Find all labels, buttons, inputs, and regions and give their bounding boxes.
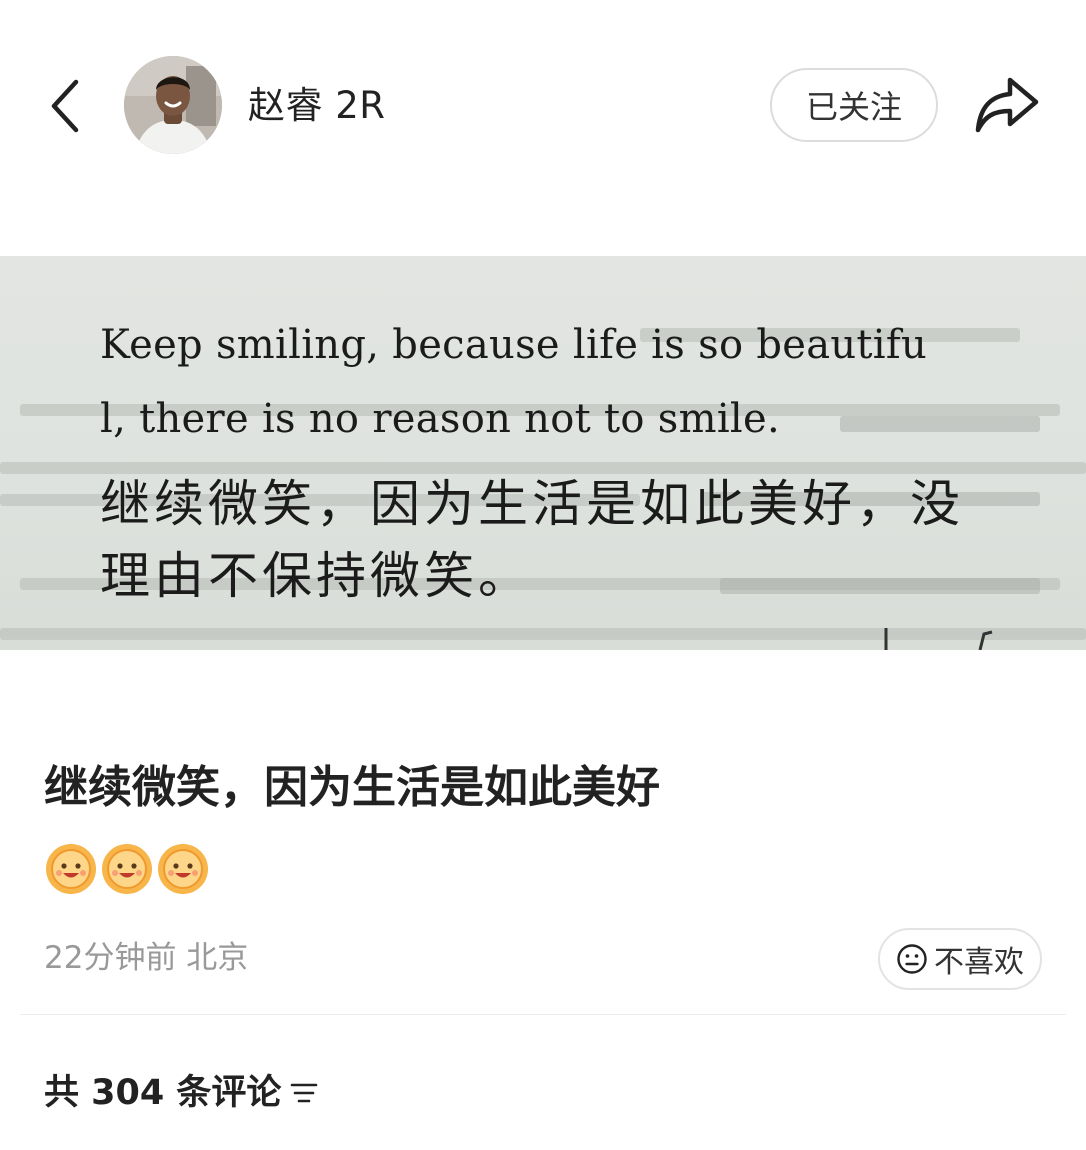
post-header: 赵睿 2R 已关注 — [0, 0, 1086, 210]
dislike-button[interactable]: 不喜欢 — [878, 928, 1042, 990]
follow-button[interactable]: 已关注 — [770, 68, 938, 142]
post-meta: 22分钟前 北京 — [44, 940, 249, 976]
sun-smile-emoji — [100, 842, 154, 896]
share-arrow-icon — [975, 77, 1039, 133]
image-text-english-line1: Keep smiling, because life is so beautif… — [100, 322, 928, 368]
chevron-left-icon — [51, 79, 79, 133]
post-image[interactable]: Keep smiling, because life is so beautif… — [0, 256, 1086, 650]
section-divider — [20, 1014, 1066, 1015]
avatar[interactable] — [124, 56, 222, 154]
back-button[interactable] — [44, 74, 88, 138]
sort-lines-icon — [291, 1083, 318, 1103]
author-name[interactable]: 赵睿 2R — [248, 82, 386, 130]
image-text-chinese-line2: 理由不保持微笑。 — [100, 547, 532, 605]
image-text-english-line2: l, there is no reason not to smile. — [100, 396, 780, 442]
comment-count-sort[interactable]: 共 304 条评论 — [44, 1070, 319, 1116]
comment-count-label: 共 304 条评论 — [44, 1073, 282, 1113]
sun-smile-emoji — [156, 842, 210, 896]
share-button[interactable] — [972, 74, 1042, 136]
dislike-label: 不喜欢 — [934, 945, 1024, 980]
emoji-row — [44, 842, 210, 898]
image-text-chinese-line1: 继续微笑，因为生活是如此美好，没 — [100, 475, 964, 533]
author-avatar-image — [124, 56, 222, 154]
post-title: 继续微笑，因为生活是如此美好 — [44, 762, 660, 813]
meh-face-icon — [897, 944, 927, 974]
sun-smile-emoji — [44, 842, 98, 896]
